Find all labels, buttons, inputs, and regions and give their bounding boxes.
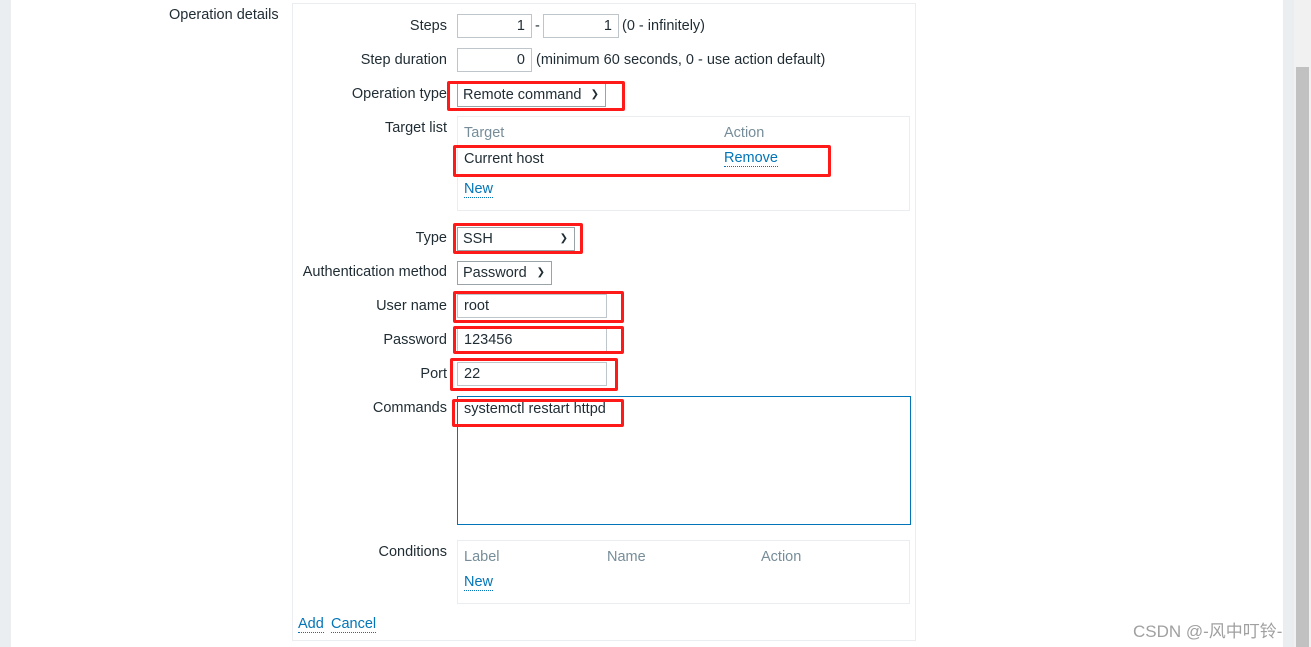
new-target-link[interactable]: New	[464, 182, 494, 198]
cancel-link[interactable]: Cancel	[331, 617, 377, 633]
label-column-header: Label	[464, 549, 500, 565]
action-column-header: Action	[761, 549, 802, 565]
conditions-label: Conditions	[378, 544, 447, 560]
right-margin	[1283, 0, 1294, 647]
add-link[interactable]: Add	[298, 617, 324, 633]
type-label: Type	[415, 230, 447, 246]
name-column-header: Name	[607, 549, 646, 565]
scrollbar-thumb[interactable]	[1296, 67, 1309, 647]
step-duration-label: Step duration	[360, 52, 447, 68]
target-list-label: Target list	[384, 120, 447, 136]
auth-method-select[interactable]: Password ❯	[457, 261, 552, 285]
chevron-down-icon: ❯	[559, 233, 568, 244]
steps-to-input[interactable]: 1	[543, 14, 619, 38]
commands-label: Commands	[372, 400, 447, 416]
chevron-down-icon: ❯	[590, 89, 599, 100]
target-column-header: Target	[464, 125, 505, 141]
operation-type-select[interactable]: Remote command ❯	[457, 83, 606, 107]
type-value: SSH	[463, 231, 493, 247]
port-label: Port	[420, 366, 447, 382]
target-cell: Current host	[464, 151, 544, 167]
port-input[interactable]: 22	[457, 362, 607, 386]
target-list-table: Target Action Current host Remove New	[457, 116, 910, 211]
left-margin	[0, 0, 11, 647]
steps-label: Steps	[409, 18, 447, 34]
chevron-down-icon: ❯	[536, 267, 545, 278]
password-label: Password	[383, 332, 447, 348]
auth-method-value: Password	[463, 265, 527, 281]
new-condition-link[interactable]: New	[464, 575, 494, 591]
steps-separator: -	[535, 18, 540, 34]
watermark: CSDN @-风中叮铃-	[1133, 622, 1283, 641]
operation-type-value: Remote command	[463, 87, 582, 103]
user-name-label: User name	[376, 298, 447, 314]
conditions-table: Label Name Action New	[457, 540, 910, 604]
step-duration-hint: (minimum 60 seconds, 0 - use action defa…	[536, 52, 826, 68]
action-column-header: Action	[724, 125, 765, 141]
operation-details-panel: Steps 1 - 1 (0 - infinitely) Step durati…	[292, 3, 916, 641]
step-duration-input[interactable]: 0	[457, 48, 532, 72]
type-select[interactable]: SSH ❯	[457, 227, 575, 251]
password-input[interactable]: 123456	[457, 328, 607, 352]
remove-target-link[interactable]: Remove	[724, 151, 778, 167]
user-name-input[interactable]: root	[457, 294, 607, 318]
auth-method-label: Authentication method	[302, 264, 447, 280]
steps-from-input[interactable]: 1	[457, 14, 532, 38]
section-label: Operation details	[169, 7, 279, 23]
commands-textarea[interactable]: systemctl restart httpd	[457, 396, 911, 525]
steps-hint: (0 - infinitely)	[622, 18, 705, 34]
operation-type-label: Operation type	[351, 86, 447, 102]
